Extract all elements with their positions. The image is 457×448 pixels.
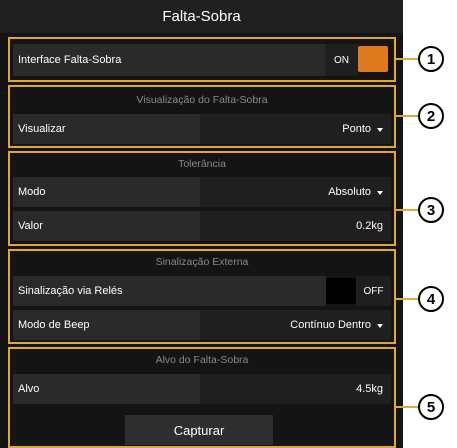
modo-dropdown[interactable]: Absoluto xyxy=(200,177,391,207)
dropdown-value: Contínuo Dentro xyxy=(290,319,371,331)
row-valor[interactable]: Valor 0.2kg xyxy=(13,211,391,241)
callout-leader-line xyxy=(396,209,418,211)
section-interface: Interface Falta-Sobra ON xyxy=(8,37,396,82)
section-tolerancia: Tolerância Modo Absoluto Valor 0.2kg xyxy=(8,151,396,246)
callout-leader-line xyxy=(396,298,418,300)
dropdown-value: Ponto xyxy=(342,123,371,135)
row-label: Interface Falta-Sobra xyxy=(13,44,325,76)
row-modo[interactable]: Modo Absoluto xyxy=(13,177,391,207)
valor-field[interactable]: 0.2kg xyxy=(200,211,391,241)
callout-leader-line xyxy=(396,58,418,60)
toggle-switch[interactable] xyxy=(326,278,356,304)
section-header: Sinalização Externa xyxy=(155,256,249,268)
falta-sobra-panel: Falta-Sobra Interface Falta-Sobra ON Vis… xyxy=(0,0,403,448)
dropdown-value: Absoluto xyxy=(328,186,371,198)
callout-leader-line xyxy=(396,406,418,408)
toggle-state-text[interactable]: ON xyxy=(324,44,359,76)
chevron-down-icon xyxy=(377,323,383,328)
toggle-switch[interactable] xyxy=(358,46,388,72)
row-label: Visualizar xyxy=(13,114,200,144)
row-modo-de-beep[interactable]: Modo de Beep Contínuo Dentro xyxy=(13,310,391,340)
callout-badge-5: 5 xyxy=(418,394,444,420)
row-interface-falta-sobra[interactable]: Interface Falta-Sobra ON xyxy=(13,44,391,76)
chevron-down-icon xyxy=(377,127,383,132)
section-header: Alvo do Falta-Sobra xyxy=(155,354,249,366)
section-header: Visualização do Falta-Sobra xyxy=(136,94,268,106)
row-label: Sinalização via Relés xyxy=(13,276,326,306)
section-header: Tolerância xyxy=(178,158,226,170)
alvo-field[interactable]: 4.5kg xyxy=(200,374,391,404)
row-sinalizacao-reles[interactable]: Sinalização via Relés OFF xyxy=(13,276,391,306)
chevron-down-icon xyxy=(377,190,383,195)
capturar-button[interactable]: Capturar xyxy=(125,415,273,445)
callout-badge-4: 4 xyxy=(418,286,444,312)
section-sinalizacao-externa: Sinalização Externa Sinalização via Relé… xyxy=(8,249,396,344)
row-label: Modo de Beep xyxy=(13,310,200,340)
window-title: Falta-Sobra xyxy=(0,0,403,33)
row-label: Modo xyxy=(13,177,200,207)
row-label: Valor xyxy=(13,211,200,241)
callout-badge-2: 2 xyxy=(418,103,444,129)
callout-badge-3: 3 xyxy=(418,197,444,223)
callout-leader-line xyxy=(396,115,418,117)
callout-badge-1: 1 xyxy=(418,46,444,72)
section-alvo: Alvo do Falta-Sobra Alvo 4.5kg Capturar xyxy=(8,347,396,448)
toggle-state-text[interactable]: OFF xyxy=(356,276,391,306)
section-visualizacao: Visualização do Falta-Sobra Visualizar P… xyxy=(8,85,396,148)
modo-de-beep-dropdown[interactable]: Contínuo Dentro xyxy=(200,310,391,340)
visualizar-dropdown[interactable]: Ponto xyxy=(200,114,391,144)
row-label: Alvo xyxy=(13,374,200,404)
row-alvo[interactable]: Alvo 4.5kg xyxy=(13,374,391,404)
row-visualizar[interactable]: Visualizar Ponto xyxy=(13,114,391,144)
